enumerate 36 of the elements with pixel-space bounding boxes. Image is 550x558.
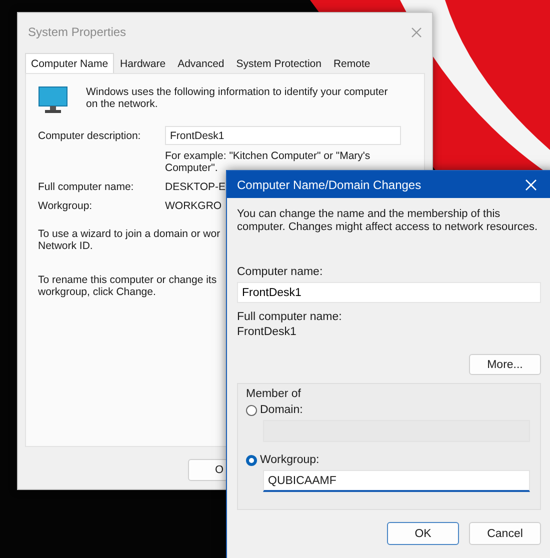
dialog-button[interactable]: O (188, 459, 228, 481)
tab[interactable]: Hardware (114, 55, 172, 73)
dialog-button[interactable]: Cancel (469, 522, 541, 546)
radio-button[interactable] (246, 404, 257, 416)
tab[interactable]: Remote (327, 55, 376, 73)
field-label: Computer description: (38, 130, 142, 142)
text-field[interactable]: QUBICAAMF (263, 470, 530, 492)
computer-name-field[interactable]: FrontDesk1 (237, 282, 541, 304)
group-label: Member of (246, 388, 302, 400)
field-label: Full computer name: (38, 181, 135, 194)
field-label: Computer name: (237, 266, 324, 278)
monitor-icon (38, 86, 68, 114)
hint-text: For example: "Kitchen Computer" or "Mary's (165, 151, 370, 163)
field-value: FrontDesk1 (237, 326, 298, 338)
intro-text: Windows uses the following information to identify your computer on the network. (86, 86, 389, 110)
info-text: To use a wizard to join a domain or wor (38, 228, 220, 240)
field-value: DESKTOP-E (165, 181, 226, 194)
radio-label: Domain: (260, 404, 303, 416)
info-text: To rename this computer or change its (38, 274, 217, 286)
window-title: System Properties (28, 25, 126, 39)
tab[interactable]: Computer Name (25, 53, 114, 73)
info-text: workgroup, click Change. (38, 286, 156, 298)
field-label: Full computer name: (237, 311, 343, 324)
field-value: WORKGRO (165, 200, 222, 212)
dialog-title: Computer Name/Domain Changes (237, 178, 422, 192)
hint-text: Computer". (165, 162, 218, 174)
tab[interactable]: Advanced (172, 55, 230, 73)
tab[interactable]: System Protection (230, 55, 328, 73)
description-field[interactable]: FrontDesk1 (165, 126, 401, 145)
intro-text: You can change the name and the membership of this computer. Changes might affect access to network resources. (237, 208, 539, 234)
radio-button[interactable] (246, 454, 257, 466)
radio-label: Workgroup: (260, 454, 320, 466)
more-button[interactable]: More... (469, 354, 541, 376)
field-label: Workgroup: (38, 200, 94, 212)
dialog-button[interactable]: OK (387, 522, 459, 546)
info-text: Network ID. (38, 240, 93, 252)
